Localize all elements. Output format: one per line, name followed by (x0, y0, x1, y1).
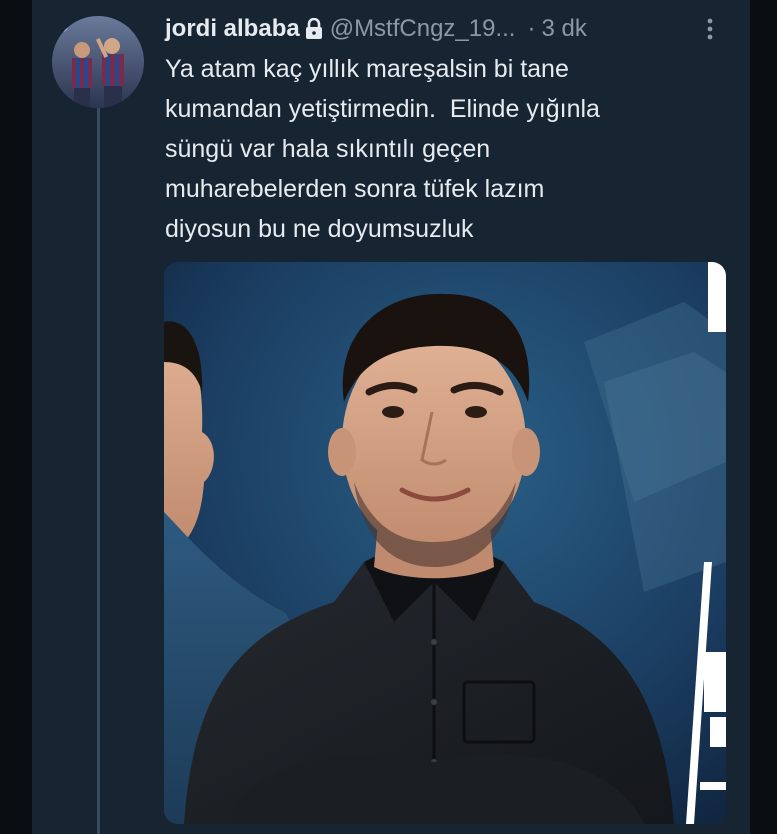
tweet-image[interactable] (164, 262, 726, 824)
tweet-header: jordi albaba @MstfCngz_19... · 3 dk (165, 14, 725, 44)
header-separator: · (527, 15, 536, 42)
screen-edge-right (750, 0, 777, 834)
tweet-text: Ya atam kaç yıllık mareşalsin bi tane ku… (165, 55, 600, 243)
author-handle[interactable]: @MstfCngz_19... (330, 15, 516, 43)
more-vertical-icon[interactable] (702, 16, 718, 42)
screen-edge-left (0, 0, 32, 834)
thread-connector-line (97, 108, 100, 834)
author-name[interactable]: jordi albaba (165, 15, 300, 43)
avatar[interactable] (52, 16, 144, 108)
lock-icon (304, 17, 324, 40)
timestamp[interactable]: 3 dk (541, 15, 586, 43)
